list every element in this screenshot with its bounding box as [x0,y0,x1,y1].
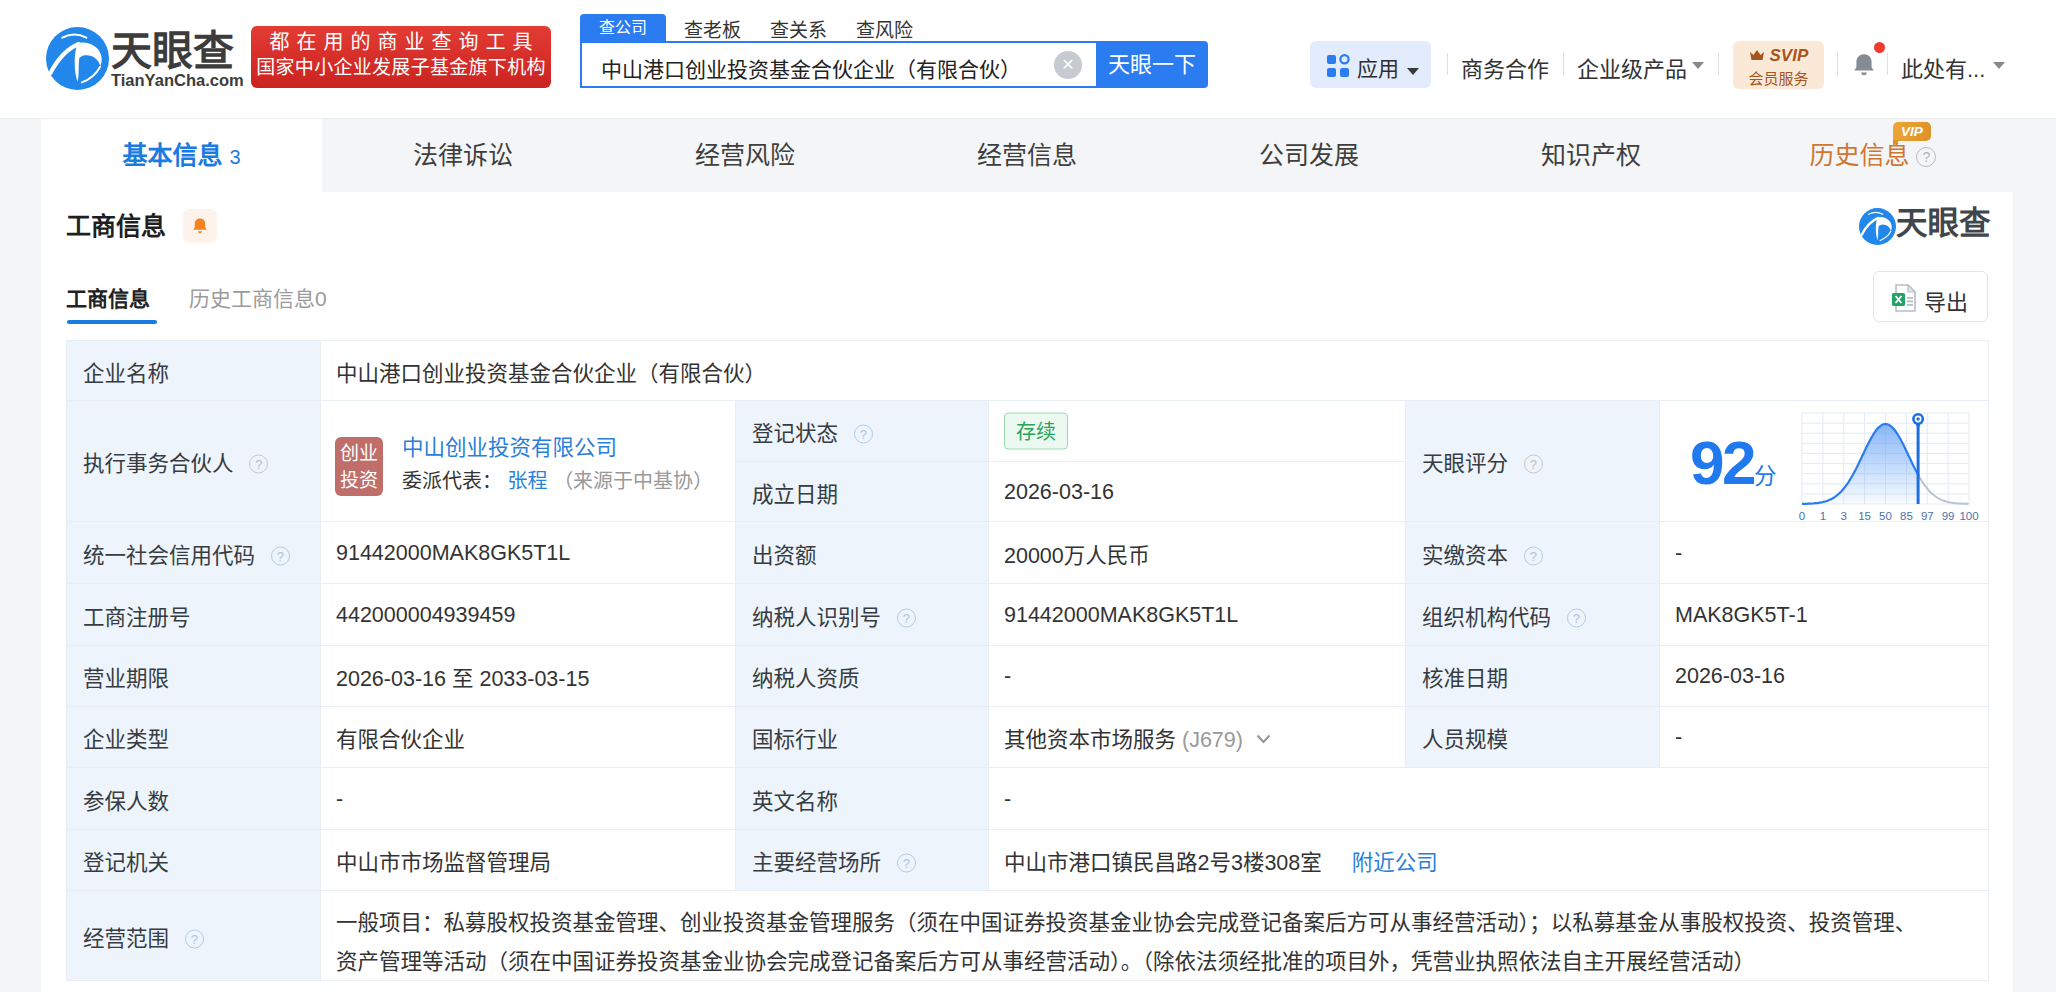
svg-text:85: 85 [1900,510,1913,522]
svg-text:50: 50 [1879,510,1892,522]
svg-text:100: 100 [1959,510,1978,522]
svg-text:99: 99 [1942,510,1955,522]
svg-text:0: 0 [1799,510,1805,522]
svg-text:97: 97 [1921,510,1934,522]
svg-text:1: 1 [1820,510,1826,522]
svg-text:15: 15 [1858,510,1871,522]
svg-text:3: 3 [1841,510,1847,522]
